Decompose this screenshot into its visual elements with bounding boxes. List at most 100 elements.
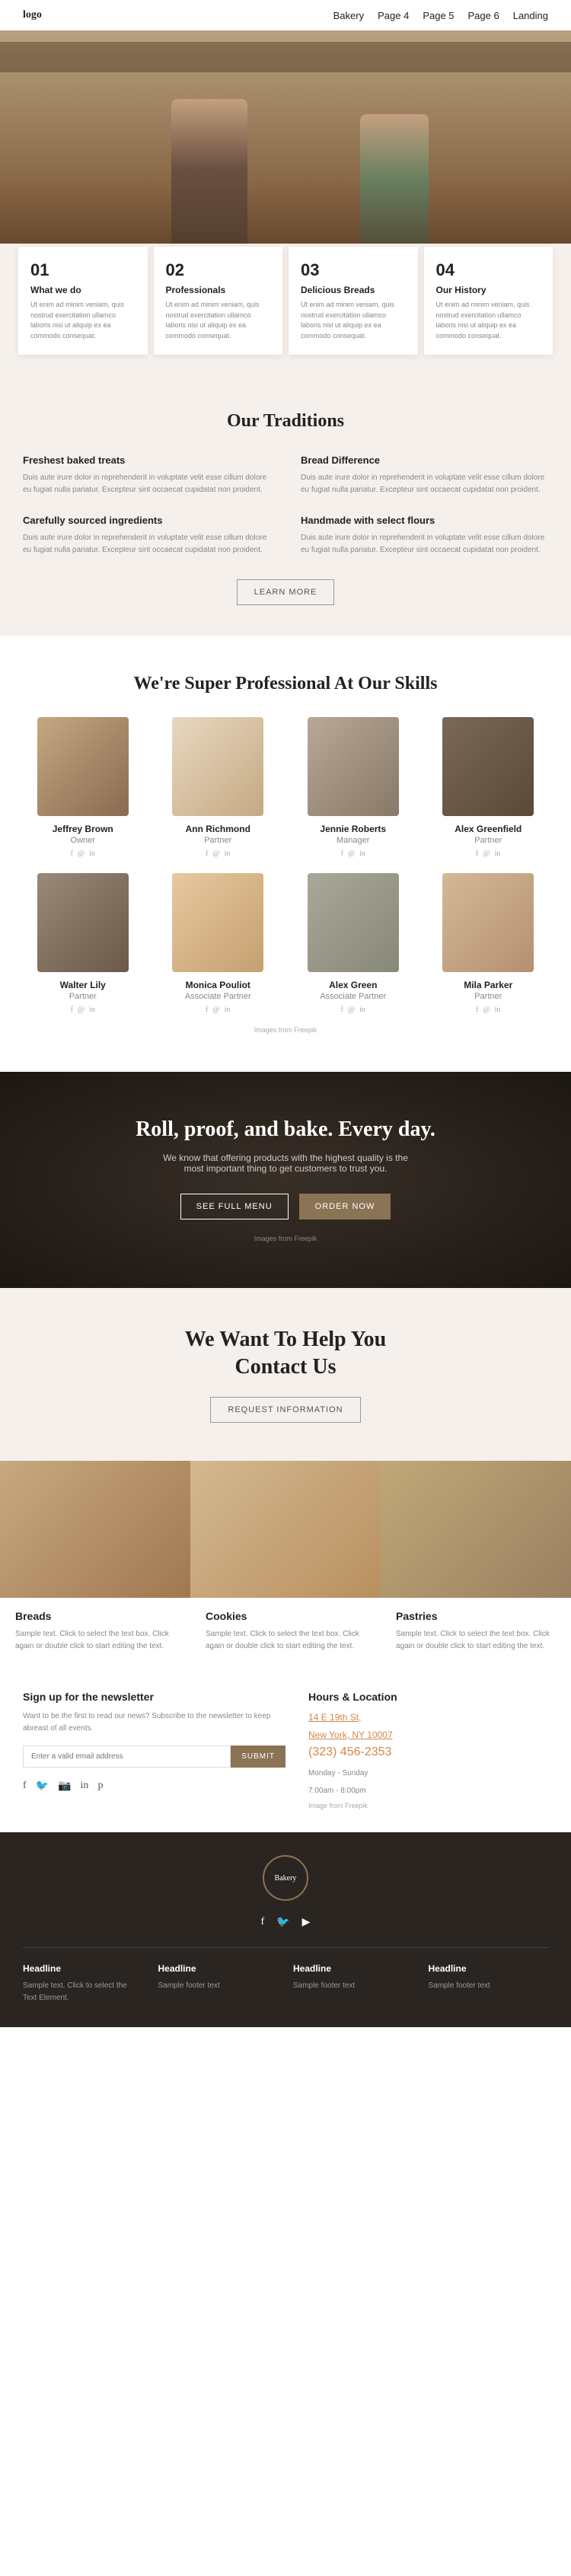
footer-col-title: Headline — [158, 1963, 279, 1974]
nav-page6[interactable]: Page 6 — [468, 10, 499, 21]
instagram-icon[interactable]: @ — [483, 850, 490, 858]
linkedin-icon[interactable]: in — [359, 1006, 365, 1014]
hours-phone[interactable]: (323) 456-2353 — [308, 1745, 548, 1759]
team-member-name: Ann Richmond — [158, 824, 279, 834]
tradition-item-3: Handmade with select flours Duis aute ir… — [301, 515, 548, 556]
traditions-grid: Freshest baked treats Duis aute irure do… — [23, 454, 548, 556]
dark-banner-title: Roll, proof, and bake. Every day. — [23, 1117, 548, 1142]
submit-button[interactable]: SUBMIT — [231, 1745, 286, 1768]
footer-logo-text: Bakery — [275, 1874, 297, 1883]
facebook-icon[interactable]: f — [23, 1780, 27, 1793]
linkedin-icon[interactable]: in — [225, 850, 231, 858]
team-section: We're Super Professional At Our Skills J… — [0, 636, 571, 1072]
products-section: Breads Sample text. Click to select the … — [0, 1461, 571, 1668]
feature-text: Ut enim ad minim veniam, quis nostrud ex… — [166, 300, 271, 341]
twitter-icon[interactable]: 🐦 — [36, 1780, 49, 1793]
linkedin-icon[interactable]: in — [81, 1780, 89, 1793]
instagram-icon[interactable]: @ — [348, 850, 355, 858]
facebook-icon[interactable]: f — [476, 1006, 478, 1014]
footer-col-text: Sample footer text — [293, 1980, 413, 1992]
team-member-role: Associate Partner — [158, 992, 279, 1001]
facebook-icon[interactable]: f — [341, 850, 343, 858]
team-member-socials: f @ in — [158, 850, 279, 858]
pinterest-icon[interactable]: p — [97, 1780, 103, 1793]
tradition-text: Duis aute irure dolor in reprehenderit i… — [301, 472, 548, 496]
linkedin-icon[interactable]: in — [359, 850, 365, 858]
footer-col-title: Headline — [429, 1963, 549, 1974]
product-item-2: Pastries Sample text. Click to select th… — [381, 1461, 571, 1668]
feature-card-1: 02 Professionals Ut enim ad minim veniam… — [154, 247, 283, 355]
footer-col-text: Sample text. Click to select the Text El… — [23, 1980, 143, 2004]
product-item-1: Cookies Sample text. Click to select the… — [190, 1461, 381, 1668]
team-member-name: Walter Lily — [23, 980, 143, 990]
order-now-button[interactable]: ORDER NOW — [299, 1194, 391, 1219]
tradition-item-0: Freshest baked treats Duis aute irure do… — [23, 454, 270, 496]
team-member-socials: f @ in — [293, 850, 413, 858]
learn-more-button[interactable]: LEARN MORE — [237, 579, 335, 605]
instagram-icon[interactable]: @ — [483, 1006, 490, 1014]
team-member-name: Alex Greenfield — [429, 824, 549, 834]
team-photo-bg — [37, 717, 129, 816]
footer-twitter-icon[interactable]: 🐦 — [276, 1916, 289, 1929]
tradition-item-1: Bread Difference Duis aute irure dolor i… — [301, 454, 548, 496]
linkedin-icon[interactable]: in — [495, 1006, 501, 1014]
product-name: Breads — [15, 1610, 175, 1622]
team-member-7: Mila Parker Partner f @ in — [429, 873, 549, 1014]
footer-col-0: Headline Sample text. Click to select th… — [23, 1963, 143, 2004]
request-info-button[interactable]: REQUEST INFORMATION — [210, 1397, 360, 1423]
team-title: We're Super Professional At Our Skills — [23, 674, 548, 694]
logo[interactable]: logo — [23, 9, 42, 21]
tradition-title: Handmade with select flours — [301, 515, 548, 526]
nav-landing[interactable]: Landing — [513, 10, 548, 21]
instagram-icon[interactable]: 📷 — [58, 1780, 71, 1793]
instagram-icon[interactable]: @ — [212, 1006, 219, 1014]
product-info: Pastries Sample text. Click to select th… — [381, 1598, 571, 1668]
facebook-icon[interactable]: f — [341, 1006, 343, 1014]
nav-page4[interactable]: Page 4 — [378, 10, 409, 21]
team-member-socials: f @ in — [23, 850, 143, 858]
facebook-icon[interactable]: f — [206, 1006, 208, 1014]
team-photo — [37, 717, 129, 816]
newsletter-section: Sign up for the newsletter Want to be th… — [23, 1691, 286, 1809]
facebook-icon[interactable]: f — [71, 850, 73, 858]
feature-card-2: 03 Delicious Breads Ut enim ad minim ven… — [289, 247, 418, 355]
team-photo — [37, 873, 129, 972]
linkedin-icon[interactable]: in — [225, 1006, 231, 1014]
team-photo — [442, 873, 534, 972]
team-member-2: Jennie Roberts Manager f @ in — [293, 717, 413, 858]
team-member-socials: f @ in — [293, 1006, 413, 1014]
facebook-icon[interactable]: f — [206, 850, 208, 858]
instagram-icon[interactable]: @ — [212, 850, 219, 858]
instagram-icon[interactable]: @ — [78, 1006, 85, 1014]
footer-facebook-icon[interactable]: f — [261, 1916, 265, 1929]
footer-col-text: Sample footer text — [158, 1980, 279, 1992]
product-image — [381, 1461, 571, 1598]
instagram-icon[interactable]: @ — [348, 1006, 355, 1014]
linkedin-icon[interactable]: in — [495, 850, 501, 858]
product-desc: Sample text. Click to select the text bo… — [15, 1628, 175, 1653]
product-name: Pastries — [396, 1610, 556, 1622]
nav-page5[interactable]: Page 5 — [423, 10, 454, 21]
team-photo-bg — [442, 717, 534, 816]
feature-text: Ut enim ad minim veniam, quis nostrud ex… — [301, 300, 406, 341]
instagram-icon[interactable]: @ — [78, 850, 85, 858]
team-member-5: Monica Pouliot Associate Partner f @ in — [158, 873, 279, 1014]
facebook-icon[interactable]: f — [476, 850, 478, 858]
team-member-role: Associate Partner — [293, 992, 413, 1001]
features-section: 01 What we do Ut enim ad minim veniam, q… — [0, 244, 571, 373]
footer-youtube-icon[interactable]: ▶ — [302, 1916, 311, 1929]
team-member-0: Jeffrey Brown Owner f @ in — [23, 717, 143, 858]
team-photo — [442, 717, 534, 816]
linkedin-icon[interactable]: in — [89, 850, 95, 858]
nav-bakery[interactable]: Bakery — [333, 10, 364, 21]
hours-time: 7:00am - 8:00pm — [308, 1784, 548, 1797]
contact-title: We Want To Help YouContact Us — [23, 1326, 548, 1382]
tradition-text: Duis aute irure dolor in reprehenderit i… — [301, 532, 548, 556]
product-desc: Sample text. Click to select the text bo… — [396, 1628, 556, 1653]
linkedin-icon[interactable]: in — [89, 1006, 95, 1014]
facebook-icon[interactable]: f — [71, 1006, 73, 1014]
email-input[interactable] — [23, 1745, 231, 1768]
team-member-socials: f @ in — [23, 1006, 143, 1014]
feature-title: What we do — [30, 285, 136, 295]
see-full-menu-button[interactable]: SEE FULL MENU — [180, 1194, 289, 1219]
